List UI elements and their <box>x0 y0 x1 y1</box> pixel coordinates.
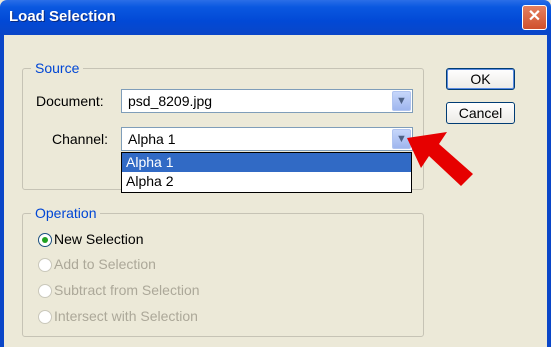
document-label: Document: <box>36 93 104 109</box>
document-select[interactable]: psd_8209.jpg ▼ <box>121 89 413 113</box>
window-frame-right <box>547 35 551 347</box>
radio-label: New Selection <box>54 231 144 247</box>
window-frame-left <box>0 35 4 347</box>
radio-label: Subtract from Selection <box>54 282 200 298</box>
operation-legend: Operation <box>35 205 97 221</box>
radio-selected-dot <box>42 237 48 243</box>
cancel-button[interactable]: Cancel <box>446 102 515 124</box>
channel-select[interactable]: Alpha 1 ▼ <box>121 127 413 151</box>
radio-button-icon <box>38 284 52 298</box>
radio-label: Add to Selection <box>54 256 156 272</box>
radio-label: Intersect with Selection <box>54 308 198 324</box>
dropdown-option-alpha-2[interactable]: Alpha 2 <box>122 172 411 191</box>
chevron-down-icon[interactable]: ▼ <box>392 91 411 111</box>
radio-button-icon <box>38 310 52 324</box>
channel-label: Channel: <box>52 131 109 147</box>
document-value: psd_8209.jpg <box>128 93 213 109</box>
radio-button-icon[interactable] <box>38 233 52 247</box>
close-icon: ✕ <box>527 8 542 25</box>
radio-button-icon <box>38 258 52 272</box>
channel-value: Alpha 1 <box>128 131 176 147</box>
close-button[interactable]: ✕ <box>522 5 547 30</box>
title-bar[interactable]: Load Selection ✕ <box>0 0 551 35</box>
channel-dropdown-list: Alpha 1 Alpha 2 <box>121 152 412 193</box>
red-arrow-icon <box>407 132 473 186</box>
dropdown-option-alpha-1[interactable]: Alpha 1 <box>122 153 411 172</box>
window-title: Load Selection <box>9 8 116 25</box>
source-legend: Source <box>35 60 80 76</box>
ok-button[interactable]: OK <box>446 68 515 90</box>
